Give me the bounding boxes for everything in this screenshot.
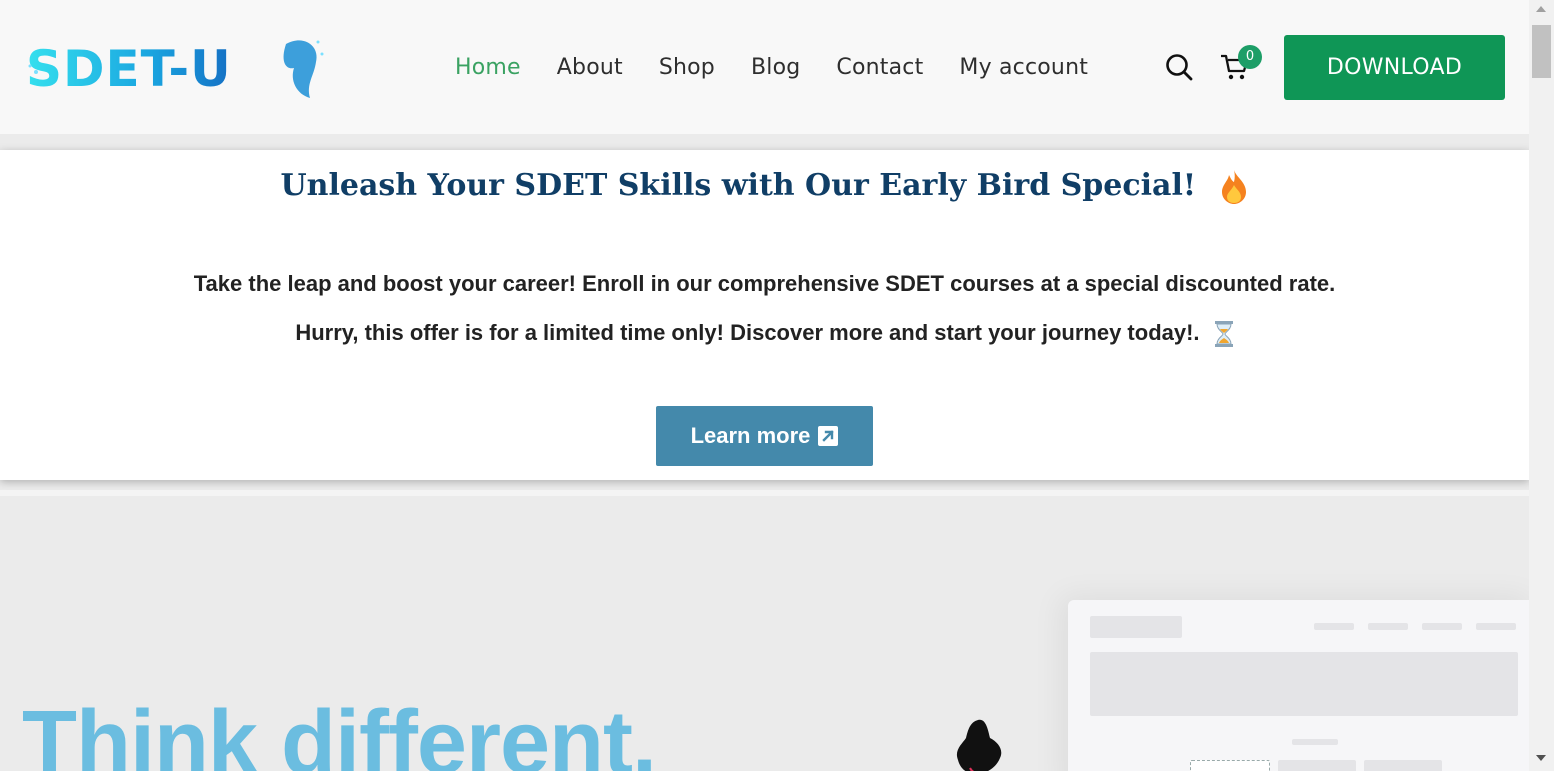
external-link-icon	[818, 426, 839, 446]
vertical-scrollbar[interactable]	[1529, 0, 1554, 771]
nav-contact[interactable]: Contact	[836, 55, 923, 80]
scroll-down-arrow-icon[interactable]	[1536, 755, 1546, 761]
logo-text: SDET-U	[26, 40, 232, 98]
nav-home[interactable]: Home	[455, 55, 521, 80]
promo-text-line-1: Take the leap and boost your career! Enr…	[193, 271, 1336, 296]
download-button[interactable]: DOWNLOAD	[1284, 35, 1505, 100]
learn-more-button[interactable]: Learn more	[656, 406, 873, 466]
section-divider	[0, 490, 1529, 496]
promo-text-line-2-text: Hurry, this offer is for a limited time …	[295, 320, 1200, 345]
promo-text-line-2: Hurry, this offer is for a limited time …	[0, 320, 1529, 348]
nav-shop[interactable]: Shop	[659, 55, 715, 80]
main-nav: Home About Shop Blog Contact My account	[455, 52, 1124, 82]
site-logo[interactable]: SDET-U	[24, 32, 324, 102]
character-illustration	[957, 719, 1002, 771]
promo-title-text: Unleash Your SDET Skills with Our Early …	[280, 168, 1197, 203]
nav-about[interactable]: About	[557, 55, 623, 80]
promo-title: Unleash Your SDET Skills with Our Early …	[0, 168, 1529, 205]
nav-blog[interactable]: Blog	[751, 55, 800, 80]
fire-emoji-icon	[1222, 170, 1247, 204]
scroll-up-arrow-icon[interactable]	[1536, 6, 1546, 12]
site-header: SDET-U Home About Shop Blog Contact My a…	[0, 0, 1529, 134]
cart-count-badge: 0	[1238, 45, 1262, 69]
scrollbar-thumb[interactable]	[1532, 25, 1551, 78]
search-icon[interactable]	[1165, 53, 1193, 81]
nav-my-account[interactable]: My account	[959, 55, 1088, 80]
dashboard-preview-image	[1068, 600, 1529, 771]
hourglass-emoji-icon	[1214, 321, 1233, 348]
page: SDET-U Home About Shop Blog Contact My a…	[0, 0, 1529, 771]
hero-title: Think different.	[22, 693, 657, 771]
learn-more-label: Learn more	[690, 423, 811, 448]
